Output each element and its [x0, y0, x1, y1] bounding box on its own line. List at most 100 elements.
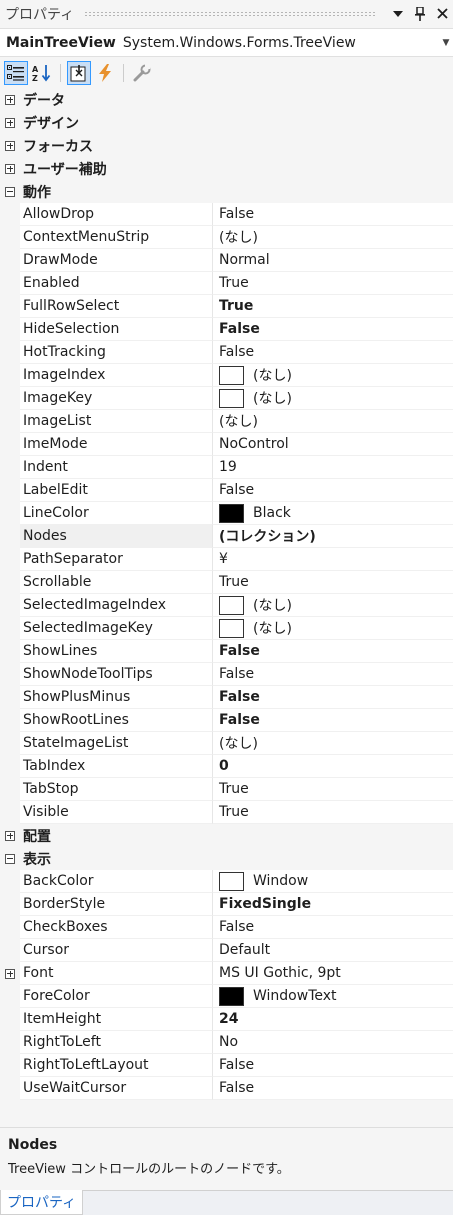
property-row-nodes[interactable]: Nodes (コレクション) — [0, 525, 453, 548]
property-row-imageindex[interactable]: ImageIndex (なし) — [0, 364, 453, 387]
property-row-enabled[interactable]: Enabled True — [0, 272, 453, 295]
property-name[interactable]: Enabled — [20, 272, 213, 295]
category-behavior[interactable]: 動作 — [0, 180, 453, 203]
close-icon[interactable] — [431, 3, 453, 25]
property-value[interactable]: (なし) — [213, 364, 453, 387]
categorized-button[interactable] — [4, 60, 28, 85]
property-name[interactable]: PathSeparator — [20, 548, 213, 571]
property-value[interactable]: False — [213, 916, 453, 939]
property-pages-button[interactable] — [130, 61, 154, 85]
expand-icon[interactable] — [0, 94, 20, 105]
category-0[interactable]: データ — [0, 88, 453, 111]
property-value[interactable]: Black — [213, 502, 453, 525]
property-name[interactable]: ContextMenuStrip — [20, 226, 213, 249]
property-value[interactable]: 24 — [213, 1008, 453, 1031]
property-row-itemheight[interactable]: ItemHeight 24 — [0, 1008, 453, 1031]
property-row-cursor[interactable]: Cursor Default — [0, 939, 453, 962]
property-name[interactable]: ImageList — [20, 410, 213, 433]
property-row-hottracking[interactable]: HotTracking False — [0, 341, 453, 364]
property-name[interactable]: CheckBoxes — [20, 916, 213, 939]
property-value[interactable]: False — [213, 1054, 453, 1077]
category-appearance[interactable]: 表示 — [0, 847, 453, 870]
property-value[interactable]: True — [213, 571, 453, 594]
property-name[interactable]: TabIndex — [20, 755, 213, 778]
property-name[interactable]: LabelEdit — [20, 479, 213, 502]
property-row-borderstyle[interactable]: BorderStyle FixedSingle — [0, 893, 453, 916]
property-value[interactable]: (なし) — [213, 594, 453, 617]
property-row-showlines[interactable]: ShowLines False — [0, 640, 453, 663]
property-value[interactable]: False — [213, 709, 453, 732]
property-value[interactable]: 0 — [213, 755, 453, 778]
property-value[interactable]: (なし) — [213, 410, 453, 433]
property-name[interactable]: HideSelection — [20, 318, 213, 341]
property-name[interactable]: Scrollable — [20, 571, 213, 594]
property-row-labeledit[interactable]: LabelEdit False — [0, 479, 453, 502]
property-value[interactable]: False — [213, 1077, 453, 1100]
property-name[interactable]: ForeColor — [20, 985, 213, 1008]
property-name[interactable]: SelectedImageKey — [20, 617, 213, 640]
property-value[interactable]: True — [213, 778, 453, 801]
category-layout[interactable]: 配置 — [0, 824, 453, 847]
property-row-imagelist[interactable]: ImageList (なし) — [0, 410, 453, 433]
property-row-shownodetooltips[interactable]: ShowNodeToolTips False — [0, 663, 453, 686]
expand-icon[interactable] — [0, 830, 20, 841]
alphabetical-button[interactable]: A Z — [30, 61, 54, 85]
property-row-font[interactable]: Font MS UI Gothic, 9pt — [0, 962, 453, 985]
property-name[interactable]: Nodes — [20, 525, 213, 548]
property-value[interactable]: False — [213, 318, 453, 341]
property-value[interactable]: False — [213, 203, 453, 226]
property-value[interactable]: No — [213, 1031, 453, 1054]
expand-icon[interactable] — [0, 962, 20, 985]
title-grip[interactable] — [84, 10, 377, 17]
property-name[interactable]: LineColor — [20, 502, 213, 525]
category-2[interactable]: フォーカス — [0, 134, 453, 157]
category-3[interactable]: ユーザー補助 — [0, 157, 453, 180]
property-name[interactable]: ImageKey — [20, 387, 213, 410]
property-value[interactable]: Normal — [213, 249, 453, 272]
property-row-showrootlines[interactable]: ShowRootLines False — [0, 709, 453, 732]
property-row-visible[interactable]: Visible True — [0, 801, 453, 824]
property-name[interactable]: ItemHeight — [20, 1008, 213, 1031]
property-name[interactable]: RightToLeftLayout — [20, 1054, 213, 1077]
property-value[interactable]: (なし) — [213, 387, 453, 410]
chevron-down-icon[interactable]: ▼ — [439, 38, 453, 48]
property-name[interactable]: Cursor — [20, 939, 213, 962]
property-value[interactable]: MS UI Gothic, 9pt — [213, 962, 453, 985]
window-menu-dropdown-icon[interactable] — [387, 3, 409, 25]
category-1[interactable]: デザイン — [0, 111, 453, 134]
expand-icon[interactable] — [0, 140, 20, 151]
collapse-icon[interactable] — [0, 853, 20, 864]
property-value[interactable]: False — [213, 640, 453, 663]
property-name[interactable]: Font — [20, 962, 213, 985]
property-value[interactable]: FixedSingle — [213, 893, 453, 916]
property-row-tabstop[interactable]: TabStop True — [0, 778, 453, 801]
property-value[interactable]: False — [213, 341, 453, 364]
property-row-fullrowselect[interactable]: FullRowSelect True — [0, 295, 453, 318]
property-name[interactable]: AllowDrop — [20, 203, 213, 226]
property-value[interactable]: (なし) — [213, 732, 453, 755]
property-value[interactable]: False — [213, 479, 453, 502]
property-row-tabindex[interactable]: TabIndex 0 — [0, 755, 453, 778]
property-name[interactable]: ShowPlusMinus — [20, 686, 213, 709]
property-row-backcolor[interactable]: BackColor Window — [0, 870, 453, 893]
properties-button[interactable] — [67, 60, 91, 85]
property-row-righttoleftlayout[interactable]: RightToLeftLayout False — [0, 1054, 453, 1077]
property-value[interactable]: Window — [213, 870, 453, 893]
property-value[interactable]: Default — [213, 939, 453, 962]
property-name[interactable]: ShowLines — [20, 640, 213, 663]
property-name[interactable]: BackColor — [20, 870, 213, 893]
property-value[interactable]: (なし) — [213, 226, 453, 249]
property-row-stateimagelist[interactable]: StateImageList (なし) — [0, 732, 453, 755]
property-row-selectedimagekey[interactable]: SelectedImageKey (なし) — [0, 617, 453, 640]
property-row-selectedimageindex[interactable]: SelectedImageIndex (なし) — [0, 594, 453, 617]
property-name[interactable]: ImageIndex — [20, 364, 213, 387]
property-name[interactable]: ImeMode — [20, 433, 213, 456]
collapse-icon[interactable] — [0, 186, 20, 197]
property-name[interactable]: Indent — [20, 456, 213, 479]
property-value[interactable]: (コレクション) — [213, 525, 453, 548]
property-value[interactable]: True — [213, 295, 453, 318]
property-name[interactable]: RightToLeft — [20, 1031, 213, 1054]
property-row-usewaitcursor[interactable]: UseWaitCursor False — [0, 1077, 453, 1100]
pin-icon[interactable] — [409, 3, 431, 25]
property-name[interactable]: Visible — [20, 801, 213, 824]
